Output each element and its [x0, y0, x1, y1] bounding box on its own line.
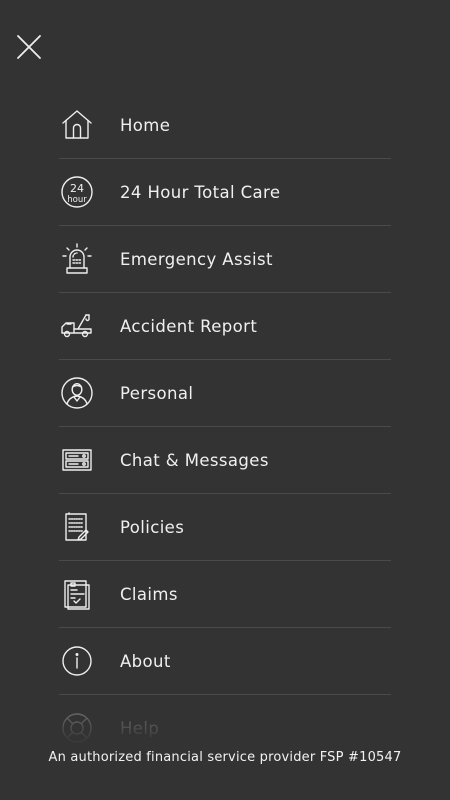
menu-item-label: Emergency Assist: [120, 249, 273, 269]
main-menu: Home 24 hour 24 Hour Total Care Emergenc…: [59, 92, 391, 761]
lifebuoy-icon: [59, 710, 95, 746]
claims-icon: [59, 576, 95, 612]
menu-item-24-hour-total-care[interactable]: 24 hour 24 Hour Total Care: [59, 159, 391, 226]
menu-item-chat-messages[interactable]: Chat & Messages: [59, 427, 391, 494]
menu-item-personal[interactable]: Personal: [59, 360, 391, 427]
tow-truck-icon: [59, 308, 95, 344]
24-hour-icon: 24 hour: [59, 174, 95, 210]
menu-item-claims[interactable]: Claims: [59, 561, 391, 628]
menu-item-label: 24 Hour Total Care: [120, 182, 281, 202]
menu-item-label: Policies: [120, 517, 185, 537]
menu-item-about[interactable]: About: [59, 628, 391, 695]
info-icon: [59, 643, 95, 679]
person-icon: [59, 375, 95, 411]
policies-icon: [59, 509, 95, 545]
menu-item-label: Chat & Messages: [120, 450, 269, 470]
menu-item-label: Personal: [120, 383, 194, 403]
menu-item-policies[interactable]: Policies: [59, 494, 391, 561]
siren-icon: [59, 241, 95, 277]
chat-messages-icon: [59, 442, 95, 478]
close-button[interactable]: [14, 32, 44, 62]
menu-item-emergency-assist[interactable]: Emergency Assist: [59, 226, 391, 293]
menu-item-home[interactable]: Home: [59, 92, 391, 159]
menu-item-accident-report[interactable]: Accident Report: [59, 293, 391, 360]
svg-text:hour: hour: [67, 195, 87, 205]
navigation-drawer: Home 24 hour 24 Hour Total Care Emergenc…: [0, 0, 450, 800]
close-icon: [17, 35, 41, 59]
menu-item-label: About: [120, 651, 171, 671]
menu-item-label: Home: [120, 115, 171, 135]
menu-item-label: Help: [120, 718, 160, 738]
menu-item-label: Accident Report: [120, 316, 258, 336]
menu-item-label: Claims: [120, 584, 178, 604]
home-icon: [59, 107, 95, 143]
footer-disclaimer: An authorized financial service provider…: [48, 750, 402, 765]
svg-text:24: 24: [70, 182, 84, 195]
